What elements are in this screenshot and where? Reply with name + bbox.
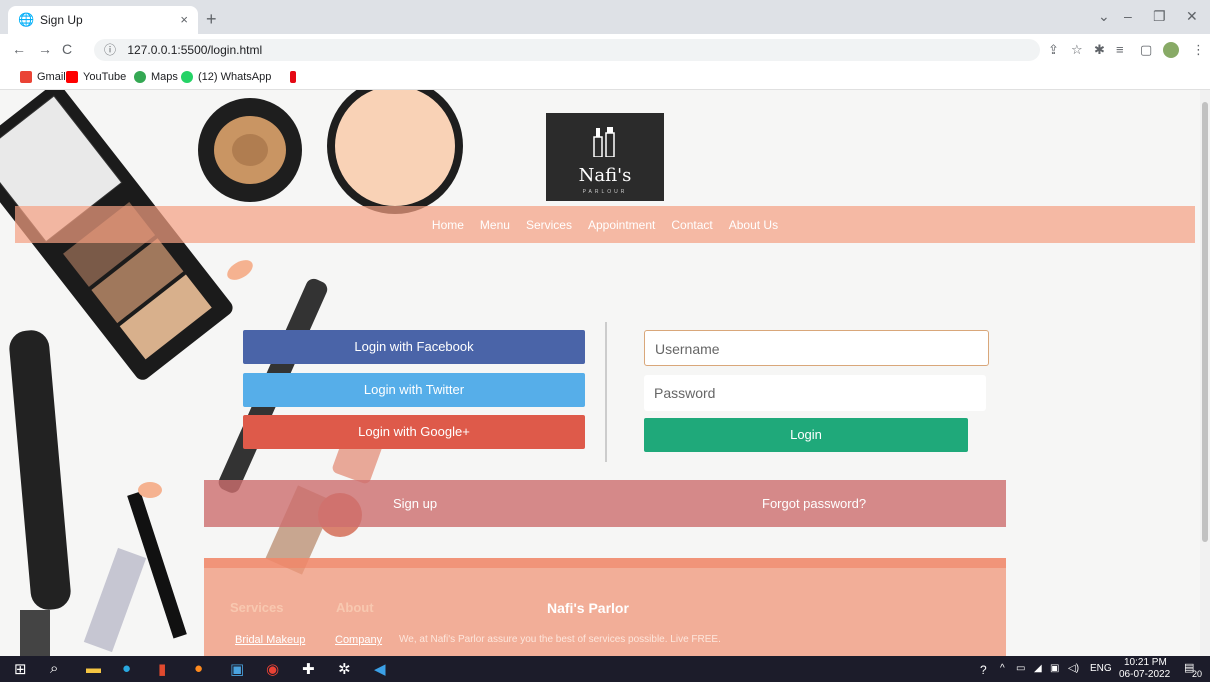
side-panel-icon[interactable]: ▢ — [1140, 42, 1152, 58]
address-bar: ← → C ⓘ 127.0.0.1:5500/login.html ⇪ ☆ ✱ … — [0, 34, 1210, 66]
forgot-password-link[interactable]: Forgot password? — [762, 496, 866, 511]
whatsapp-icon — [181, 71, 193, 83]
settings-icon[interactable]: ✲ — [338, 660, 351, 678]
logo-sub: PARLOUR — [582, 189, 628, 195]
url-text: 127.0.0.1:5500/login.html — [127, 43, 263, 57]
footer-link-company[interactable]: Company — [335, 634, 382, 646]
youtube-icon — [66, 71, 78, 83]
logo-name: Nafi's — [578, 165, 632, 186]
divider — [605, 322, 607, 462]
back-icon[interactable]: ← — [12, 41, 26, 57]
footer-top-border — [204, 558, 1006, 568]
username-input[interactable]: Username — [644, 330, 989, 366]
close-tab-icon[interactable]: × — [180, 12, 188, 27]
reload-icon[interactable]: C — [62, 41, 72, 57]
forward-icon[interactable]: → — [38, 41, 52, 57]
share-icon[interactable]: ⇪ — [1048, 42, 1059, 58]
footer-about-title: About — [336, 600, 374, 615]
login-google-button[interactable]: Login with Google+ — [243, 415, 585, 449]
scrollbar-thumb[interactable] — [1202, 102, 1208, 542]
office-icon[interactable]: ▮ — [158, 660, 166, 678]
netflix-icon — [290, 71, 296, 83]
login-button[interactable]: Login — [644, 418, 968, 452]
tray-chevron-icon[interactable]: ^ — [1000, 663, 1005, 674]
main-nav: Home Menu Services Appointment Contact A… — [15, 206, 1195, 243]
tab-bar: 🌐 Sign Up × + ⌄ – ❐ ✕ — [0, 0, 1210, 34]
bookmark-netflix[interactable] — [290, 71, 301, 83]
firefox-icon[interactable]: ● — [194, 660, 203, 677]
account-links-bar: Sign up Forgot password? — [204, 480, 1006, 527]
bookmark-label: YouTube — [83, 71, 127, 83]
nafis-logo[interactable]: Nafi's PARLOUR — [546, 113, 664, 201]
maps-icon — [134, 71, 146, 83]
login-twitter-button[interactable]: Login with Twitter — [243, 373, 585, 407]
search-icon[interactable]: ⌕ — [50, 660, 58, 677]
nav-appointment[interactable]: Appointment — [588, 218, 655, 232]
chrome-icon[interactable]: ◉ — [266, 660, 279, 678]
login-facebook-button[interactable]: Login with Facebook — [243, 330, 585, 364]
close-window-button[interactable]: ✕ — [1186, 8, 1198, 25]
language-indicator[interactable]: ENG — [1090, 663, 1112, 674]
globe-icon: 🌐 — [18, 12, 35, 27]
nav-home[interactable]: Home — [432, 218, 464, 232]
url-field[interactable]: ⓘ 127.0.0.1:5500/login.html — [94, 39, 1040, 61]
tab-title: Sign Up — [40, 13, 83, 27]
start-icon[interactable]: ⊞ — [14, 660, 27, 678]
bookmark-whatsapp[interactable]: (12) WhatsApp — [181, 71, 271, 83]
clock-date[interactable]: 06-07-2022 — [1119, 669, 1170, 680]
battery-icon[interactable]: ▭ — [1016, 663, 1025, 674]
new-tab-button[interactable]: + — [206, 9, 217, 30]
nav-contact[interactable]: Contact — [671, 218, 712, 232]
clock-time[interactable]: 10:21 PM — [1124, 657, 1167, 668]
page-scrollbar[interactable] — [1200, 90, 1210, 656]
footer: Services About Nafi's Parlor Bridal Make… — [204, 558, 1006, 656]
minimize-button[interactable]: – — [1124, 8, 1132, 24]
bookmarks-bar: Gmail YouTube Maps (12) WhatsApp — [0, 66, 1210, 90]
display-icon[interactable]: ▣ — [1050, 663, 1059, 674]
bookmark-gmail[interactable]: Gmail — [20, 71, 66, 83]
nav-menu[interactable]: Menu — [480, 218, 510, 232]
bookmark-maps[interactable]: Maps — [134, 71, 178, 83]
nav-about-us[interactable]: About Us — [729, 218, 778, 232]
bookmark-label: (12) WhatsApp — [198, 71, 272, 83]
notification-badge: 20 — [1192, 669, 1203, 679]
footer-link-bridal-makeup[interactable]: Bridal Makeup — [235, 634, 305, 646]
menu-icon[interactable]: ⋮ — [1192, 42, 1205, 58]
tab-sign-up[interactable]: 🌐 Sign Up × — [8, 6, 198, 34]
profile-avatar[interactable] — [1163, 42, 1179, 58]
security-icon[interactable]: ✚ — [302, 660, 315, 678]
nav-services[interactable]: Services — [526, 218, 572, 232]
volume-icon[interactable]: ◁) — [1068, 663, 1079, 674]
bookmark-youtube[interactable]: YouTube — [66, 71, 126, 83]
star-icon[interactable]: ☆ — [1071, 42, 1083, 58]
bookmark-label: Gmail — [37, 71, 66, 83]
maximize-button[interactable]: ❐ — [1153, 8, 1166, 25]
signup-link[interactable]: Sign up — [393, 496, 437, 511]
footer-description: We, at Nafi's Parlor assure you the best… — [399, 634, 721, 645]
footer-services-title: Services — [230, 600, 284, 615]
file-explorer-icon[interactable]: ▬ — [86, 660, 101, 677]
edge-icon[interactable]: ● — [122, 660, 131, 677]
vscode-icon[interactable]: ◀ — [374, 660, 386, 678]
help-icon[interactable]: ? — [980, 663, 987, 677]
footer-brand: Nafi's Parlor — [547, 600, 629, 616]
store-icon[interactable]: ▣ — [230, 660, 244, 678]
password-input[interactable]: Password — [644, 375, 986, 411]
web-page: Nafi's PARLOUR Home Menu Services Appoin… — [0, 90, 1210, 656]
info-icon[interactable]: ⓘ — [104, 43, 116, 57]
reading-list-icon[interactable]: ≡ — [1116, 42, 1124, 57]
extensions-icon[interactable]: ✱ — [1094, 42, 1105, 58]
bookmark-label: Maps — [151, 71, 178, 83]
network-icon[interactable]: ◢ — [1034, 663, 1042, 674]
gmail-icon — [20, 71, 32, 83]
lipstick-icon — [593, 127, 615, 157]
windows-taskbar: ⊞ ⌕ ▬ ● ▮ ● ▣ ◉ ✚ ✲ ◀ ? ^ ▭ ◢ ▣ ◁) ENG 1… — [0, 656, 1210, 682]
tab-search-icon[interactable]: ⌄ — [1098, 8, 1110, 25]
